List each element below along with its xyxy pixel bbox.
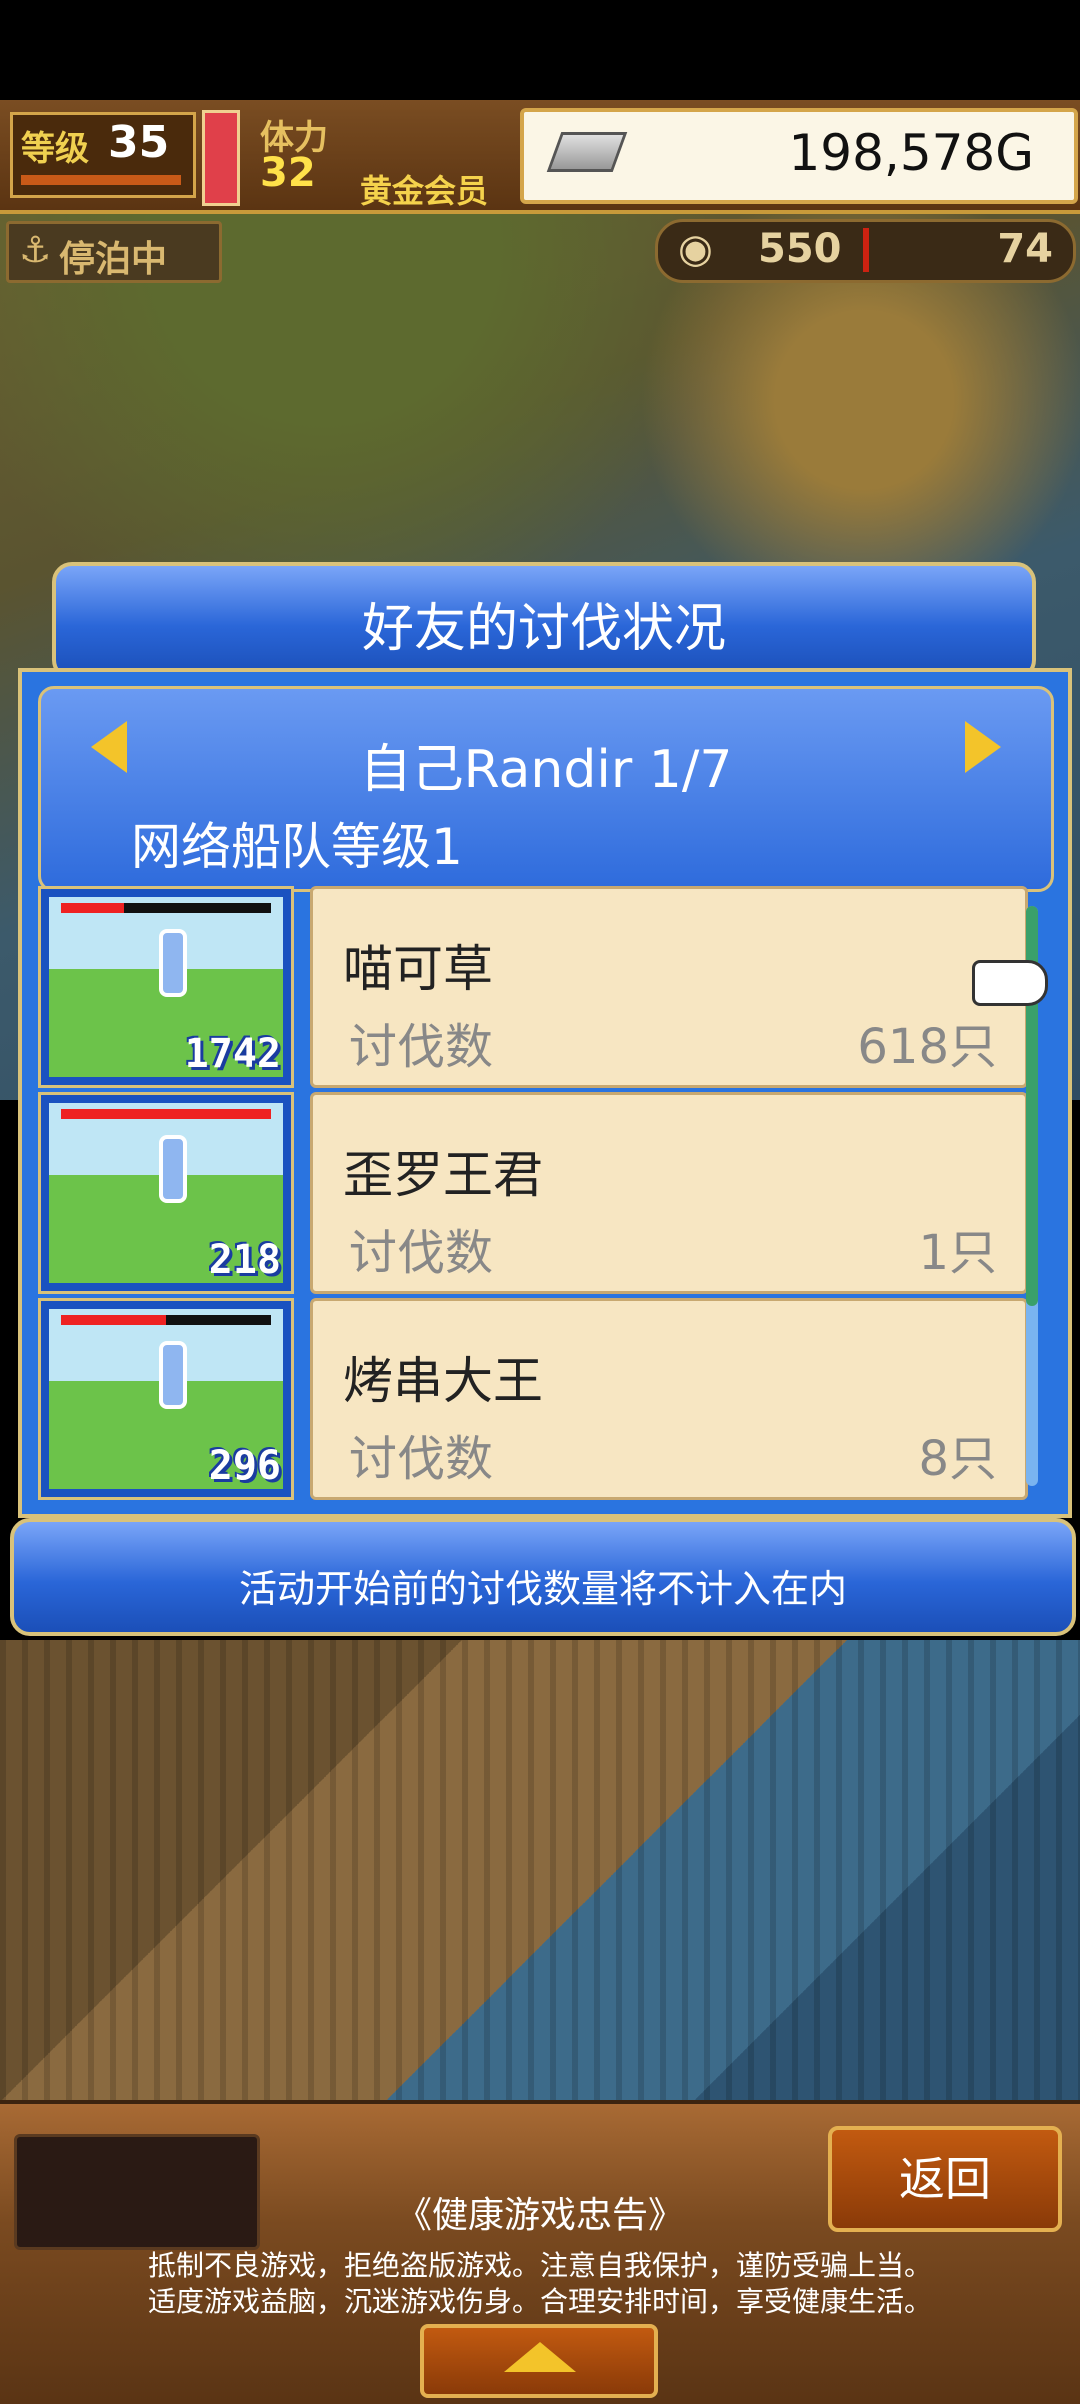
food-icon: ◉ — [678, 226, 713, 272]
kill-label: 讨伐数 — [349, 1431, 494, 1487]
monster-name: 烤串大王 — [343, 1352, 543, 1410]
monster-name: 喵可草 — [343, 940, 493, 998]
monster-card: 喵可草 讨伐数 618只 — [310, 886, 1028, 1088]
gold-value: 198,578G — [788, 124, 1034, 182]
resource-bar: ◉ 550 74 — [655, 219, 1076, 283]
kill-count: 8只 — [918, 1431, 997, 1487]
fleet-level: 网络船队等级1 — [131, 818, 463, 876]
monster-count: 218 — [208, 1237, 281, 1283]
game-scene-bottom — [0, 1640, 1080, 2100]
monster-thumbnail: 1742 — [38, 886, 294, 1088]
next-friend-arrow-icon[interactable] — [965, 721, 1001, 773]
exclamation-icon — [159, 1135, 187, 1203]
monster-card: 歪罗王君 讨伐数 1只 — [310, 1092, 1028, 1294]
friend-status-panel: 自己Randir 1/7 网络船队等级1 1742 喵可草 讨伐数 618只 2 — [18, 668, 1072, 1518]
list-item[interactable]: 296 烤串大王 讨伐数 8只 — [38, 1298, 1038, 1500]
list-item[interactable]: 218 歪罗王君 讨伐数 1只 — [38, 1092, 1038, 1294]
hp-bar-fill — [61, 903, 124, 913]
exclamation-icon — [159, 1341, 187, 1409]
docked-status: ⚓ 停泊中 — [6, 221, 222, 283]
kill-label: 讨伐数 — [349, 1019, 494, 1075]
kill-count: 618只 — [857, 1019, 997, 1075]
silver-ingot-icon — [546, 132, 628, 172]
hp-bar — [61, 1315, 271, 1325]
dialog-title: 好友的讨伐状况 — [361, 599, 726, 659]
pointer-hand-icon — [972, 960, 1048, 1006]
health-advice-line: 抵制不良游戏，拒绝盗版游戏。注意自我保护，谨防受骗上当。 — [147, 2249, 932, 2282]
list-item[interactable]: 1742 喵可草 讨伐数 618只 — [38, 886, 1038, 1088]
stamina-value: 32 — [260, 150, 316, 196]
friend-name: 自己Randir 1/7 — [359, 740, 733, 800]
docked-label: 停泊中 — [59, 239, 168, 280]
resource-divider — [863, 228, 869, 272]
vip-badge: 黄金会员 — [360, 172, 489, 210]
stamina-box: 体力 32 黄金会员 — [250, 110, 510, 210]
monster-list[interactable]: 1742 喵可草 讨伐数 618只 218 歪罗王君 讨伐数 1只 296 烤串… — [38, 886, 1048, 1506]
up-arrow-icon — [504, 2342, 576, 2372]
level-box: 等级 35 — [10, 112, 196, 198]
monster-card: 烤串大王 讨伐数 8只 — [310, 1298, 1028, 1500]
kill-label: 讨伐数 — [349, 1225, 494, 1281]
note-text: 活动开始前的讨伐数量将不计入在内 — [238, 1567, 847, 1611]
monster-name: 歪罗王君 — [343, 1146, 543, 1204]
note-panel: 活动开始前的讨伐数量将不计入在内 — [10, 1518, 1076, 1636]
hp-bar-fill — [61, 1109, 271, 1119]
monster-count: 296 — [208, 1443, 281, 1489]
kill-count: 1只 — [918, 1225, 997, 1281]
level-value: 35 — [108, 117, 170, 168]
exp-bar — [21, 175, 181, 185]
bottom-bar: 返回 《健康游戏忠告》 抵制不良游戏，拒绝盗版游戏。注意自我保护，谨防受骗上当。… — [0, 2100, 1080, 2404]
friend-header: 自己Randir 1/7 网络船队等级1 — [38, 686, 1054, 892]
health-advice-line: 适度游戏益脑，沉迷游戏伤身。合理安排时间，享受健康生活。 — [147, 2285, 932, 2318]
monster-count: 1742 — [184, 1031, 281, 1077]
health-advice-title: 《健康游戏忠告》 — [395, 2195, 684, 2236]
anchor-icon: ⚓ — [19, 230, 52, 271]
exclamation-icon — [159, 929, 187, 997]
hp-bar-fill — [61, 1315, 166, 1325]
resource-b-value: 74 — [997, 226, 1053, 272]
top-hud: 等级 35 体力 32 黄金会员 198,578G — [0, 100, 1080, 214]
hp-bar — [61, 903, 271, 913]
hp-bar — [61, 1109, 271, 1119]
gold-display[interactable]: 198,578G — [520, 108, 1078, 204]
stamina-gauge — [202, 110, 240, 206]
resource-a-value: 550 — [758, 226, 842, 272]
monster-thumbnail: 218 — [38, 1092, 294, 1294]
status-row: ⚓ 停泊中 ◉ 550 74 — [0, 215, 1080, 285]
expand-menu-button[interactable] — [420, 2324, 658, 2398]
level-label: 等级 — [21, 129, 89, 169]
dialog-title-panel: 好友的讨伐状况 — [52, 562, 1036, 680]
monster-thumbnail: 296 — [38, 1298, 294, 1500]
